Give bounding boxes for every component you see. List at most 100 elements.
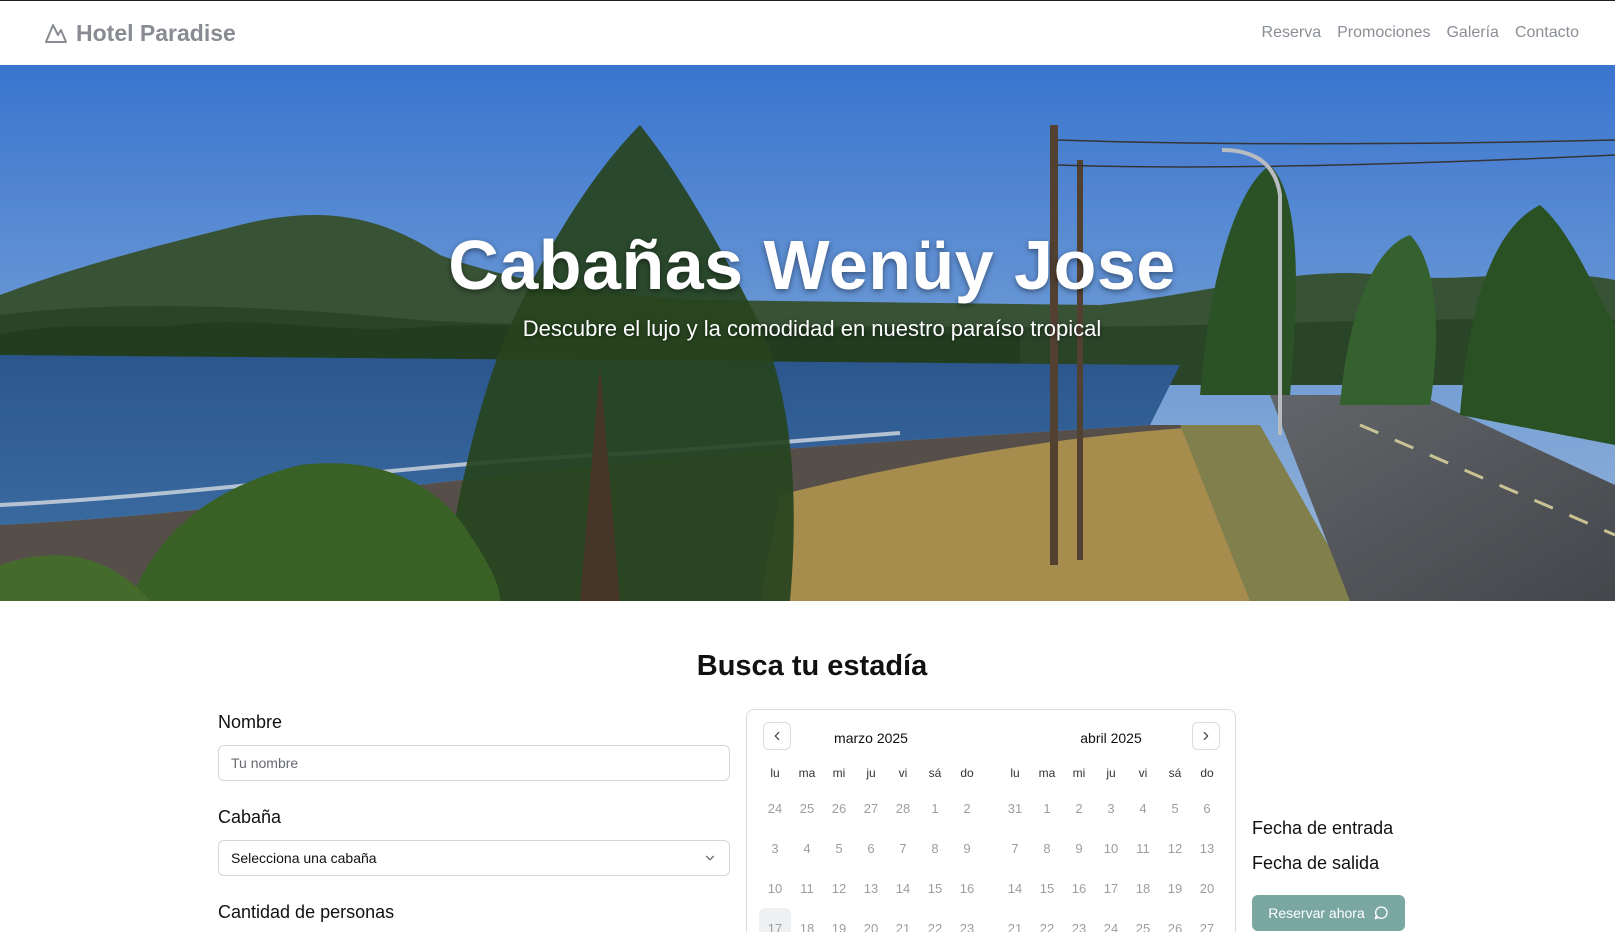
weekday: lu xyxy=(770,766,780,780)
nav-link-promociones[interactable]: Promociones xyxy=(1337,24,1430,42)
calendar-day[interactable]: 18 xyxy=(791,908,823,932)
navbar: Hotel Paradise Reserva Promociones Galer… xyxy=(0,1,1615,65)
calendar-day[interactable]: 5 xyxy=(1159,788,1191,828)
calendar-day[interactable]: 25 xyxy=(1127,908,1159,932)
cabin-select-value: Selecciona una cabaña xyxy=(231,850,377,866)
cabin-label: Cabaña xyxy=(218,807,282,827)
weekday: mi xyxy=(1072,766,1086,780)
calendar-day[interactable]: 12 xyxy=(1159,828,1191,868)
nav-link-reserva[interactable]: Reserva xyxy=(1262,24,1322,42)
calendar-day[interactable]: 7 xyxy=(999,828,1031,868)
calendar-day[interactable]: 27 xyxy=(1191,908,1223,932)
weekday: vi xyxy=(1138,766,1148,780)
calendar-day[interactable]: 4 xyxy=(1127,788,1159,828)
chevron-down-icon xyxy=(705,855,715,861)
calendar-day[interactable]: 17 xyxy=(1095,868,1127,908)
weekday: ju xyxy=(1106,766,1116,780)
weekday: vi xyxy=(898,766,908,780)
cabin-select[interactable]: Selecciona una cabaña xyxy=(218,840,730,876)
date-summary: Fecha de entrada Fecha de salida xyxy=(1252,818,1393,888)
calendar-day[interactable]: 15 xyxy=(1031,868,1063,908)
calendar-day[interactable]: 9 xyxy=(1063,828,1095,868)
calendar-day[interactable]: 2 xyxy=(951,788,983,828)
calendar-day[interactable]: 15 xyxy=(919,868,951,908)
day-grid: 31 1 2 3 4 5 6 7 8 9 10 11 12 13 14 15 16 17 18 19 20 21 22 23 2… xyxy=(999,788,1223,932)
reserve-now-button[interactable]: Reservar ahora xyxy=(1252,895,1405,931)
calendar-day[interactable]: 24 xyxy=(759,788,791,828)
calendar-day[interactable]: 19 xyxy=(1159,868,1191,908)
weekday: ma xyxy=(798,766,816,780)
calendar-day[interactable]: 22 xyxy=(919,908,951,932)
calendar-day[interactable]: 8 xyxy=(1031,828,1063,868)
calendar-day[interactable]: 24 xyxy=(1095,908,1127,932)
calendar-day[interactable]: 20 xyxy=(1191,868,1223,908)
calendar-day[interactable]: 26 xyxy=(1159,908,1191,932)
calendar-day[interactable]: 1 xyxy=(1031,788,1063,828)
weekday: ma xyxy=(1038,766,1056,780)
calendar-day[interactable]: 16 xyxy=(1063,868,1095,908)
calendar-day[interactable]: 25 xyxy=(791,788,823,828)
hero-title: Cabañas Wenüy Jose xyxy=(448,226,1176,304)
check-out-label: Fecha de salida xyxy=(1252,853,1380,873)
calendar-day[interactable]: 18 xyxy=(1127,868,1159,908)
calendar-day[interactable]: 1 xyxy=(919,788,951,828)
day-grid: 24 25 26 27 28 1 2 3 4 5 6 7 8 9 10 11 12 13 14 15 16 17 18 19 2… xyxy=(759,788,983,932)
weekday: do xyxy=(1200,766,1214,780)
calendar-day[interactable]: 21 xyxy=(887,908,919,932)
brand[interactable]: Hotel Paradise xyxy=(44,20,236,47)
calendar-day[interactable]: 3 xyxy=(1095,788,1127,828)
calendar-day[interactable]: 20 xyxy=(855,908,887,932)
weekday-header: lu ma mi ju vi sá do xyxy=(999,766,1223,780)
calendar-day[interactable]: 31 xyxy=(999,788,1031,828)
message-circle-icon xyxy=(1374,906,1388,920)
calendar-day[interactable]: 27 xyxy=(855,788,887,828)
weekday: sá xyxy=(928,766,942,780)
reserve-now-label: Reservar ahora xyxy=(1268,905,1365,921)
calendar-day[interactable]: 26 xyxy=(823,788,855,828)
calendar-day[interactable]: 23 xyxy=(951,908,983,932)
hero-subtitle: Descubre el lujo y la comodidad en nuest… xyxy=(522,316,1102,341)
check-in-label: Fecha de entrada xyxy=(1252,818,1394,838)
month-title: abril 2025 xyxy=(1080,730,1142,746)
calendar-day[interactable]: 9 xyxy=(951,828,983,868)
weekday-header: lu ma mi ju vi sá do xyxy=(759,766,983,780)
calendar-day[interactable]: 11 xyxy=(791,868,823,908)
calendar-day[interactable]: 3 xyxy=(759,828,791,868)
nav-link-galeria[interactable]: Galería xyxy=(1446,24,1498,42)
calendar-day[interactable]: 12 xyxy=(823,868,855,908)
weekday: sá xyxy=(1168,766,1182,780)
name-label: Nombre xyxy=(218,712,283,732)
calendar-day[interactable]: 4 xyxy=(791,828,823,868)
calendar-day[interactable]: 28 xyxy=(887,788,919,828)
calendar-day[interactable]: 13 xyxy=(855,868,887,908)
calendar-day[interactable]: 10 xyxy=(1095,828,1127,868)
calendar-day[interactable]: 2 xyxy=(1063,788,1095,828)
calendar-day[interactable]: 14 xyxy=(999,868,1031,908)
calendar-day[interactable]: 7 xyxy=(887,828,919,868)
calendar-day[interactable]: 22 xyxy=(1031,908,1063,932)
calendar-day[interactable]: 11 xyxy=(1127,828,1159,868)
nav-links: Reserva Promociones Galería Contacto xyxy=(1262,24,1579,42)
calendar-day[interactable]: 17 xyxy=(759,908,791,932)
calendar-day[interactable]: 14 xyxy=(887,868,919,908)
booking-form: Nombre Cabaña Selecciona una cabaña Cant… xyxy=(218,712,730,923)
calendar-day[interactable]: 10 xyxy=(759,868,791,908)
calendar-day[interactable]: 21 xyxy=(999,908,1031,932)
nav-link-contacto[interactable]: Contacto xyxy=(1515,24,1579,42)
mountain-icon xyxy=(45,24,67,43)
date-range-calendar: marzo 2025 lu ma mi ju vi sá do 24 25 26 27… xyxy=(746,709,1236,932)
calendar-day[interactable]: 16 xyxy=(951,868,983,908)
name-input[interactable] xyxy=(218,745,730,781)
month-title: marzo 2025 xyxy=(834,730,908,746)
calendar-day[interactable]: 13 xyxy=(1191,828,1223,868)
brand-name: Hotel Paradise xyxy=(76,19,236,46)
calendar-day[interactable]: 23 xyxy=(1063,908,1095,932)
weekday: ju xyxy=(866,766,876,780)
calendar-day[interactable]: 8 xyxy=(919,828,951,868)
calendar-day[interactable]: 19 xyxy=(823,908,855,932)
booking-section-title: Busca tu estadía xyxy=(696,650,928,682)
calendar-day[interactable]: 6 xyxy=(855,828,887,868)
weekday: mi xyxy=(832,766,846,780)
calendar-day[interactable]: 6 xyxy=(1191,788,1223,828)
calendar-day[interactable]: 5 xyxy=(823,828,855,868)
